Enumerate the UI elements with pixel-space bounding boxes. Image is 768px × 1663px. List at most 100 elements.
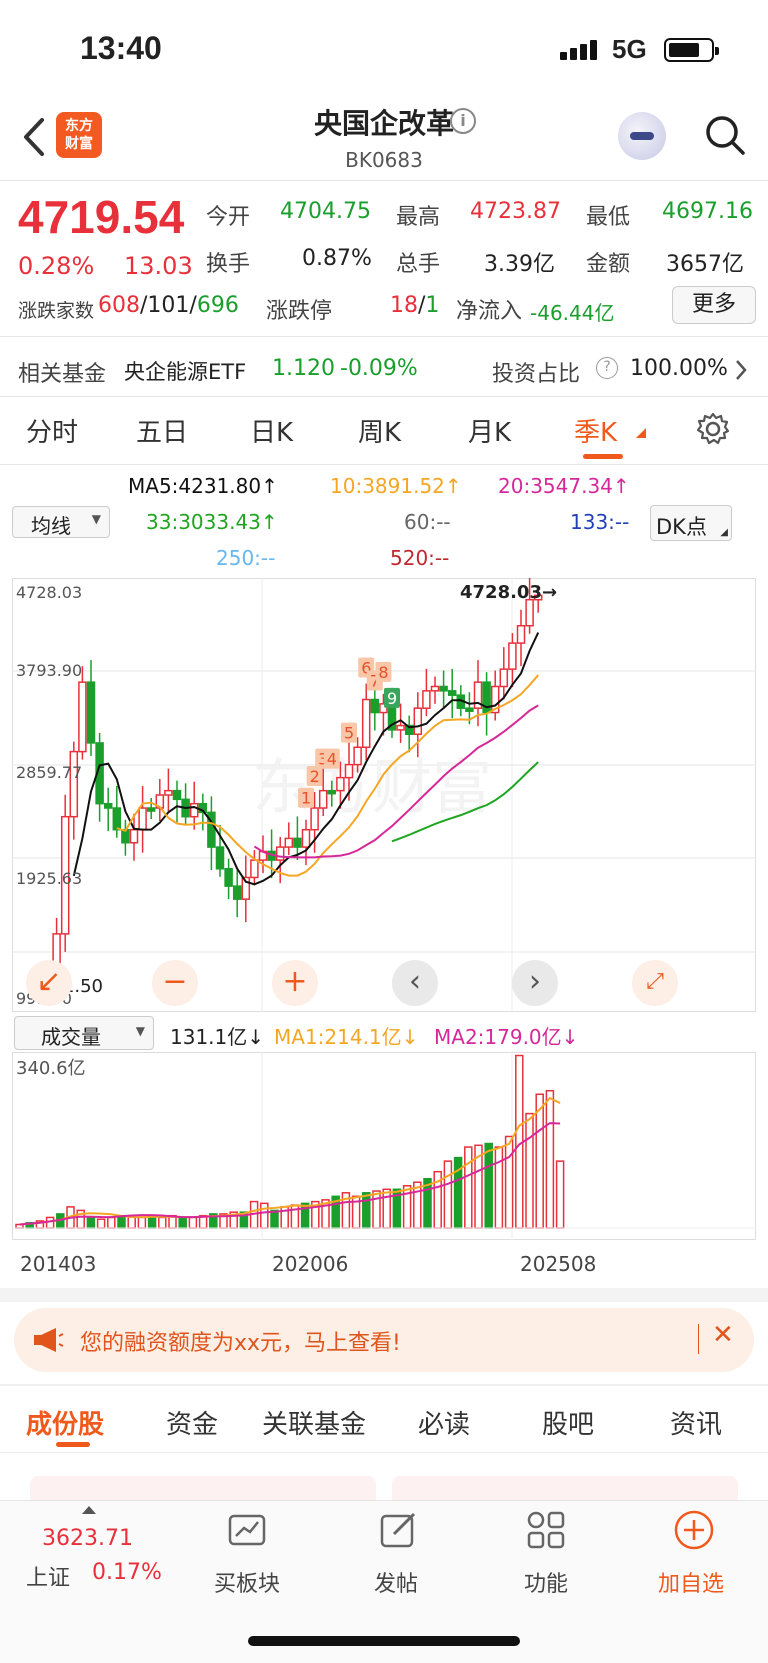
chart-left-arrow-icon[interactable]: ↙	[26, 960, 72, 1006]
tab-monthly-k[interactable]: 月K	[468, 412, 511, 449]
settings-gear-icon[interactable]	[696, 412, 730, 446]
tab-intraday[interactable]: 分时	[26, 412, 78, 449]
candle-body	[499, 668, 509, 688]
candle-body	[215, 846, 225, 870]
max-price-marker: 4728.03→	[460, 582, 557, 603]
fund-price: 1.120	[272, 356, 335, 381]
signal-marker: 4	[327, 750, 337, 769]
limit-values: 18/1	[390, 293, 440, 318]
volume-bar	[555, 1160, 565, 1229]
network-type: 5G	[612, 34, 647, 64]
low-label: 最低	[586, 205, 631, 230]
zoom-out-button[interactable]: −	[152, 960, 198, 1006]
tab-five-day[interactable]: 五日	[136, 412, 188, 449]
candle-body	[86, 681, 96, 744]
y-tick-1: 4728.03	[16, 583, 82, 602]
volume-bar	[107, 1216, 116, 1229]
volume-bar	[464, 1146, 473, 1229]
nav-add-watchlist[interactable]: 加自选	[658, 1566, 724, 1598]
tab-news[interactable]: 资讯	[670, 1404, 722, 1441]
tab-forum[interactable]: 股吧	[542, 1404, 594, 1441]
expand-up-icon[interactable]	[82, 1506, 96, 1514]
volume-bar	[545, 1089, 555, 1229]
candle-body	[224, 868, 233, 887]
ma5-label: MA5:4231.80↑	[128, 474, 278, 498]
tab-related-funds[interactable]: 关联基金	[262, 1404, 366, 1441]
amount-label: 金额	[586, 252, 631, 277]
watermark: 东方财富	[252, 753, 492, 823]
volume-bar	[86, 1216, 96, 1229]
buy-sector-icon[interactable]	[226, 1510, 270, 1552]
tab-weekly-k[interactable]: 周K	[358, 412, 401, 449]
promo-text[interactable]: 您的融资额度为xx元，马上查看!	[80, 1325, 401, 1357]
megaphone-icon	[34, 1328, 64, 1352]
candle-body	[361, 698, 371, 749]
nav-post[interactable]: 发帖	[374, 1566, 418, 1598]
fullscreen-icon[interactable]: ⤢	[632, 960, 678, 1006]
fund-name[interactable]: 央企能源ETF	[124, 356, 246, 386]
functions-grid-icon[interactable]	[526, 1510, 566, 1550]
candle-body	[344, 763, 354, 779]
fund-pct: -0.09%	[340, 356, 418, 381]
candle-body	[275, 846, 285, 861]
x-label-mid: 202006	[272, 1252, 349, 1276]
close-icon[interactable]: ✕	[712, 1320, 734, 1350]
volume-bar	[362, 1192, 371, 1229]
add-watchlist-icon[interactable]	[672, 1508, 716, 1552]
tab-must-read[interactable]: 必读	[418, 1404, 470, 1441]
current-price: 4719.54	[18, 191, 185, 243]
candle-body	[396, 724, 405, 731]
volume-chart[interactable]: 340.6亿	[12, 1052, 756, 1240]
candle-body	[164, 789, 173, 796]
help-icon[interactable]: ?	[596, 357, 618, 379]
volume-bar	[270, 1209, 279, 1229]
tab-daily-k[interactable]: 日K	[250, 412, 293, 449]
ma-selector-dropdown[interactable]: 均线 ▼	[12, 506, 110, 538]
zoom-in-button[interactable]: +	[272, 960, 318, 1006]
open-label: 今开	[206, 205, 251, 230]
index-value[interactable]: 3623.71	[42, 1526, 133, 1551]
volume-bar	[413, 1181, 422, 1229]
candle-body	[516, 624, 526, 644]
x-label-start: 201403	[20, 1252, 97, 1276]
nav-buy-sector[interactable]: 买板块	[214, 1566, 280, 1598]
search-icon[interactable]	[704, 114, 746, 156]
chevron-right-icon[interactable]	[734, 358, 748, 382]
dropdown-triangle-icon	[636, 428, 646, 438]
candle-body	[370, 698, 380, 714]
change-percent: 0.28%	[18, 252, 95, 280]
index-pct[interactable]: 0.17%	[92, 1560, 162, 1585]
volume-bar	[188, 1216, 198, 1229]
volume-bar	[137, 1216, 147, 1229]
candle-body	[138, 807, 147, 831]
assistant-avatar-icon[interactable]	[618, 112, 666, 160]
dk-point-dropdown[interactable]: DK点 ◢	[650, 505, 732, 541]
candle-body	[129, 828, 139, 844]
volume-indicator-dropdown[interactable]: 成交量 ▼	[14, 1016, 154, 1050]
scroll-left-button[interactable]: ‹	[392, 960, 438, 1006]
volume-current: 131.1亿↓	[170, 1025, 265, 1049]
candle-body	[525, 598, 534, 627]
volume-bar	[525, 1112, 534, 1229]
signal-marker: 1	[301, 789, 311, 808]
info-icon[interactable]: i	[450, 108, 476, 134]
low-value: 4697.16	[662, 199, 753, 224]
signal-marker: 9	[387, 689, 397, 708]
more-button[interactable]: 更多	[672, 286, 756, 324]
nav-functions[interactable]: 功能	[524, 1566, 568, 1598]
scroll-right-button[interactable]: ›	[512, 960, 558, 1006]
kline-chart[interactable]: 东方财富 123456789 4728.03 3793.90 2859.77 1…	[12, 578, 756, 1012]
tab-constituents[interactable]: 成份股	[26, 1404, 104, 1441]
signal-icon	[560, 40, 600, 60]
candle-body	[353, 746, 362, 766]
tab-quarterly-k[interactable]: 季K	[574, 412, 617, 449]
active-tab-indicator	[56, 1442, 90, 1447]
index-name[interactable]: 上证	[26, 1560, 70, 1592]
candle-body	[78, 681, 87, 753]
tab-capital[interactable]: 资金	[166, 1404, 218, 1441]
y-tick-4: 1925.63	[16, 869, 82, 888]
volume-bar	[484, 1142, 493, 1229]
post-edit-icon[interactable]	[378, 1510, 420, 1552]
volume-bar	[117, 1214, 126, 1229]
candle-body	[327, 789, 337, 795]
